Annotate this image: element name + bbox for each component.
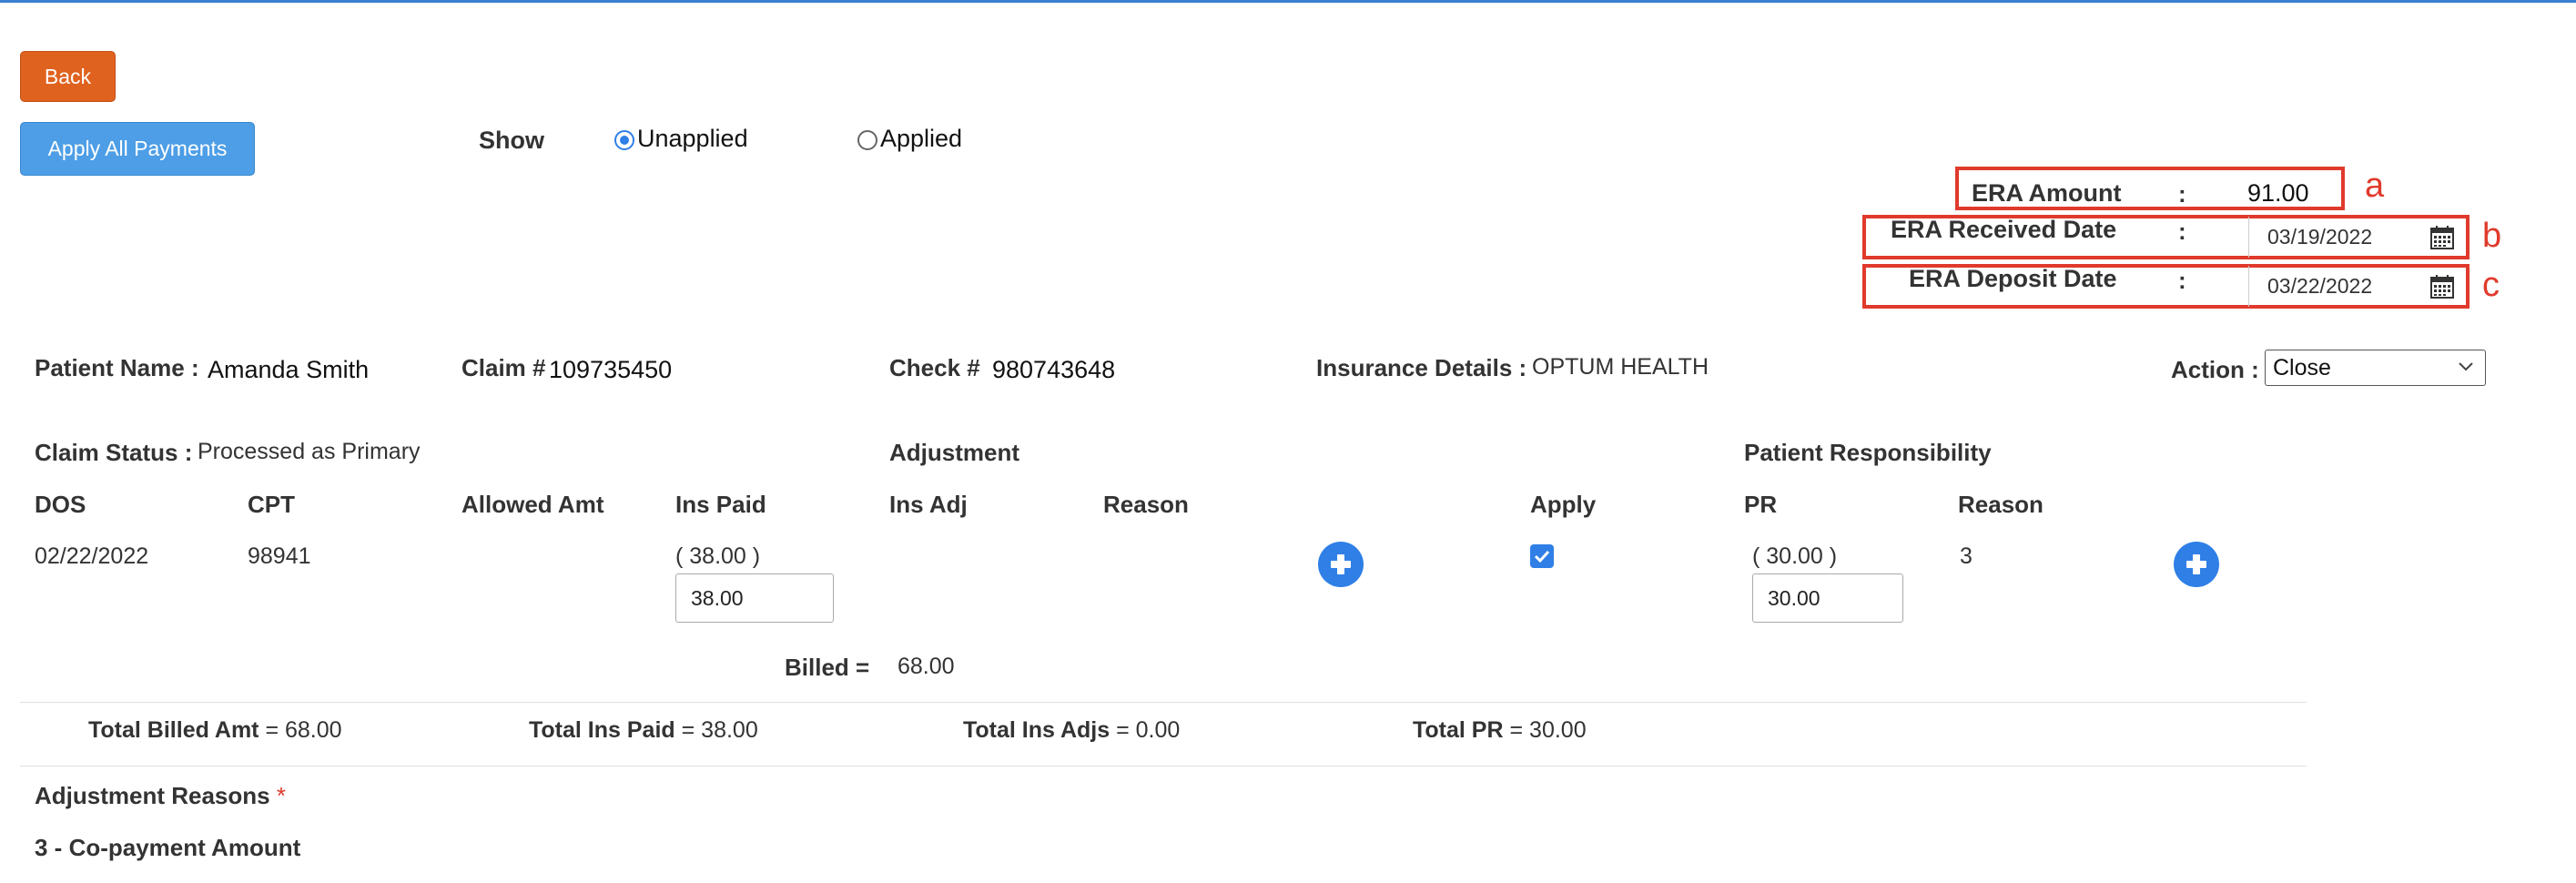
applied-radio[interactable]	[857, 130, 877, 150]
back-button[interactable]: Back	[20, 51, 116, 102]
total-ins-paid-label: Total Ins Paid	[529, 717, 675, 743]
era-received-date-label: ERA Received Date	[1891, 216, 2117, 243]
column-header-dos: DOS	[35, 491, 86, 518]
row-pr-reason: 3	[1960, 543, 1973, 569]
adjustment-reason-item: 3 - Co-payment Amount	[35, 834, 301, 861]
apply-checkbox[interactable]	[1530, 544, 1554, 568]
row-dos: 02/22/2022	[35, 543, 149, 569]
billed-value: 68.00	[898, 654, 955, 679]
calendar-icon[interactable]	[2429, 274, 2455, 299]
era-deposit-date-value: 03/22/2022	[2267, 274, 2373, 298]
patient-responsibility-section-title: Patient Responsibility	[1744, 439, 1992, 466]
total-ins-paid: Total Ins Paid = 38.00	[529, 717, 758, 744]
action-select[interactable]: Close	[2265, 350, 2486, 386]
row-ins-paid-display: ( 38.00 )	[675, 543, 761, 569]
top-accent-bar	[0, 0, 2576, 3]
total-billed: Total Billed Amt = 68.00	[88, 717, 342, 744]
total-pr-value: = 30.00	[1509, 717, 1587, 743]
total-billed-label: Total Billed Amt	[88, 717, 259, 743]
divider	[20, 702, 2307, 703]
total-ins-adjs-value: = 0.00	[1116, 717, 1181, 743]
total-pr-label: Total PR	[1413, 717, 1504, 743]
check-number-label: Check #	[889, 354, 980, 381]
patient-name-value: Amanda Smith	[208, 356, 370, 383]
add-pr-reason-button[interactable]	[2173, 541, 2220, 588]
era-deposit-date-colon: :	[2178, 267, 2186, 294]
total-ins-adjs: Total Ins Adjs = 0.00	[963, 717, 1180, 744]
pr-input[interactable]: 30.00	[1752, 573, 1903, 623]
row-cpt: 98941	[248, 543, 311, 569]
column-header-allowed-amt: Allowed Amt	[461, 491, 604, 518]
annotation-a: a	[2365, 167, 2385, 205]
action-select-value: Close	[2273, 354, 2331, 381]
era-amount-value: 91.00	[2247, 179, 2309, 207]
column-header-reason: Reason	[1103, 491, 1189, 518]
row-pr-display: ( 30.00 )	[1752, 543, 1838, 569]
adjustment-reasons-title-text: Adjustment Reasons	[35, 782, 270, 809]
era-received-date-input[interactable]: 03/19/2022	[2248, 217, 2430, 258]
claim-number-label: Claim #	[461, 354, 546, 381]
annotation-b: b	[2482, 217, 2502, 255]
era-amount-colon: :	[2178, 180, 2186, 208]
column-header-pr: PR	[1744, 491, 1778, 518]
pr-input-value: 30.00	[1768, 585, 1820, 610]
add-adjustment-button[interactable]	[1317, 541, 1364, 588]
adjustment-section-title: Adjustment	[889, 439, 1019, 466]
ins-paid-input[interactable]: 38.00	[675, 573, 834, 623]
check-number-value: 980743648	[992, 356, 1116, 383]
billed-label: Billed =	[785, 654, 870, 681]
total-ins-adjs-label: Total Ins Adjs	[963, 717, 1111, 743]
show-label: Show	[479, 127, 544, 154]
column-header-apply: Apply	[1530, 491, 1597, 518]
era-received-date-colon: :	[2178, 218, 2186, 245]
era-deposit-date-label: ERA Deposit Date	[1909, 265, 2117, 292]
unapplied-radio[interactable]	[614, 130, 634, 150]
chevron-down-icon	[2459, 362, 2473, 371]
column-header-cpt: CPT	[248, 491, 295, 518]
unapplied-radio-label[interactable]: Unapplied	[637, 125, 748, 153]
column-header-pr-reason: Reason	[1958, 491, 2044, 518]
era-deposit-date-input[interactable]: 03/22/2022	[2248, 266, 2430, 307]
adjustment-reasons-title: Adjustment Reasons *	[35, 782, 286, 810]
ins-paid-input-value: 38.00	[691, 585, 744, 610]
insurance-details-label: Insurance Details :	[1316, 354, 1527, 381]
applied-radio-label[interactable]: Applied	[880, 125, 962, 153]
total-pr: Total PR = 30.00	[1413, 717, 1587, 744]
column-header-ins-paid: Ins Paid	[675, 491, 766, 518]
action-label: Action :	[2171, 356, 2259, 383]
annotation-c: c	[2482, 266, 2500, 304]
total-ins-paid-value: = 38.00	[681, 717, 758, 743]
required-mark: *	[276, 782, 286, 809]
calendar-icon[interactable]	[2429, 225, 2455, 250]
patient-name-label: Patient Name :	[35, 354, 199, 381]
insurance-details-value: OPTUM HEALTH	[1532, 354, 1709, 380]
total-billed-value: = 68.00	[265, 717, 342, 743]
era-amount-label: ERA Amount	[1972, 179, 2122, 207]
claim-status-value: Processed as Primary	[198, 439, 421, 464]
era-received-date-value: 03/19/2022	[2267, 225, 2373, 249]
column-header-ins-adj: Ins Adj	[889, 491, 968, 518]
claim-number-value: 109735450	[549, 356, 673, 383]
claim-status-label: Claim Status :	[35, 439, 193, 466]
checkbox-checked-icon	[1534, 550, 1550, 563]
apply-all-payments-button[interactable]: Apply All Payments	[20, 122, 255, 176]
